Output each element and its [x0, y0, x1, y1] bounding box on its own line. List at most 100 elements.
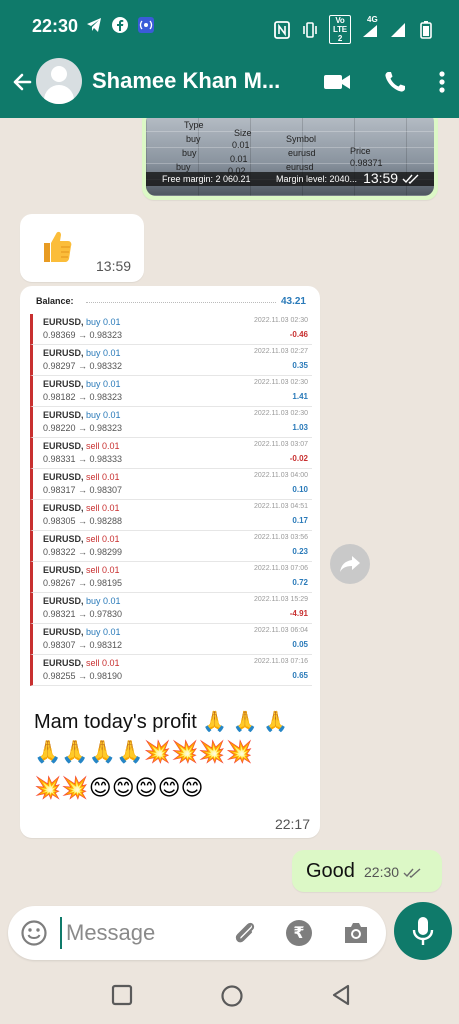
trade-symbol: EURUSD, sell 0.01 — [43, 441, 120, 451]
trade-row: EURUSD, sell 0.01 0.98255 → 0.98190 2022.1… — [30, 655, 312, 686]
trade-prices: 0.98182 → 0.98323 — [43, 392, 123, 402]
trade-row: EURUSD, buy 0.01 0.98369 → 0.98323 2022.11… — [30, 314, 312, 345]
trade-side: sell 0.01 — [86, 472, 120, 482]
back-nav-icon[interactable] — [330, 984, 354, 1008]
battery-icon — [417, 20, 435, 39]
trade-date: 2022.11.03 02:30 — [254, 410, 308, 417]
trade-side: buy 0.01 — [86, 317, 121, 327]
trade-side: sell 0.01 — [86, 565, 120, 575]
trade-symbol: EURUSD, buy 0.01 — [43, 317, 121, 327]
emoji-line: 💥💥😊😊😊😊😊 — [34, 775, 204, 800]
camera-icon[interactable] — [342, 920, 370, 946]
trade-symbol: EURUSD, sell 0.01 — [43, 565, 120, 575]
trade-prices: 0.98220 → 0.98323 — [43, 423, 123, 433]
trade-prices: 0.98267 → 0.98195 — [43, 578, 123, 588]
status-time: 22:30 — [32, 16, 79, 36]
photo-text: eurusd — [286, 162, 314, 172]
attach-icon[interactable] — [230, 918, 260, 948]
network-type-label: 4G — [367, 14, 378, 24]
photo-text: Type — [184, 120, 204, 130]
photo-text: buy — [176, 162, 191, 172]
home-icon[interactable] — [220, 984, 244, 1008]
trade-prices: 0.98317 → 0.98307 — [43, 485, 123, 495]
trade-symbol: EURUSD, buy 0.01 — [43, 596, 121, 606]
trade-pnl: 0.10 — [292, 485, 308, 494]
system-icons: Vo LTE 2 4G — [273, 15, 435, 44]
thumbs-up-message[interactable]: 13:59 — [20, 214, 144, 282]
photo-text: 0.01 — [232, 140, 250, 150]
more-icon[interactable] — [439, 71, 445, 98]
trade-pnl: 0.35 — [292, 361, 308, 370]
trade-list: EURUSD, buy 0.01 0.98369 → 0.98323 2022.11… — [26, 314, 314, 686]
photo-text: buy — [186, 134, 201, 144]
trade-row: EURUSD, sell 0.01 0.98267 → 0.98195 2022.1… — [30, 562, 312, 593]
good-message[interactable]: Good 22:30 — [292, 850, 442, 892]
trade-row: EURUSD, buy 0.01 0.98297 → 0.98332 2022.11… — [30, 345, 312, 376]
telegram-icon — [85, 16, 103, 34]
phone-icon[interactable] — [383, 70, 407, 99]
balance-value: 43.21 — [280, 296, 306, 307]
trade-date: 2022.11.03 15:29 — [254, 596, 308, 603]
video-call-icon[interactable] — [323, 72, 351, 97]
photo-text: Margin level: 2040... — [276, 174, 358, 184]
recents-icon[interactable] — [111, 984, 135, 1008]
nfc-icon — [273, 20, 291, 39]
trade-date: 2022.11.03 02:30 — [254, 317, 308, 324]
message-time: 13:59 — [363, 170, 420, 186]
trade-symbol: EURUSD, sell 0.01 — [43, 534, 120, 544]
payment-icon[interactable]: ₹ — [286, 920, 312, 946]
facebook-icon — [111, 16, 129, 34]
trade-side: buy 0.01 — [86, 348, 121, 358]
image-message[interactable]: Type Size Symbol Price buy 0.01 eurusd 0… — [142, 118, 438, 200]
balance-row: Balance: 43.21 — [34, 294, 308, 314]
back-arrow-icon[interactable] — [8, 68, 36, 96]
trade-side: sell 0.01 — [86, 658, 120, 668]
trade-date: 2022.11.03 04:51 — [254, 503, 308, 510]
trade-pnl: 1.03 — [292, 423, 308, 432]
message-text: Mam today's profit 🙏 🙏 🙏 — [34, 711, 289, 733]
thumbs-up-icon — [44, 231, 72, 262]
trade-symbol: EURUSD, buy 0.01 — [43, 379, 121, 389]
screenshot-message[interactable]: Balance: 43.21 EURUSD, buy 0.01 0.98369 →… — [20, 286, 320, 838]
trade-date: 2022.11.03 04:00 — [254, 472, 308, 479]
header-actions — [323, 70, 445, 99]
trade-side: buy 0.01 — [86, 627, 121, 637]
photo-text: Symbol — [286, 134, 317, 144]
trade-prices: 0.98297 → 0.98332 — [43, 361, 123, 371]
avatar[interactable] — [36, 58, 82, 104]
system-navigation-bar — [0, 966, 459, 1024]
trade-side: sell 0.01 — [86, 503, 120, 513]
emoji-line: 🙏🙏🙏🙏💥💥💥💥 — [34, 739, 254, 764]
trade-row: EURUSD, sell 0.01 0.98305 → 0.98288 2022.1… — [30, 500, 312, 531]
forward-button[interactable] — [330, 544, 370, 584]
trade-pnl: -0.46 — [289, 330, 308, 339]
emoji-icon[interactable] — [20, 919, 48, 947]
trade-prices: 0.98331 → 0.98333 — [43, 454, 123, 464]
trade-row: EURUSD, buy 0.01 0.98182 → 0.98323 2022.11… — [30, 376, 312, 407]
voice-record-button[interactable] — [394, 902, 452, 960]
signal-icon — [389, 21, 407, 39]
chat-header: Shamee Khan M... — [0, 52, 459, 118]
status-bar: 22:30 Vo LTE 2 4G — [0, 0, 459, 52]
photo-text: Price — [350, 146, 371, 156]
trade-side: sell 0.01 — [86, 534, 120, 544]
trade-history-screenshot[interactable]: Balance: 43.21 EURUSD, buy 0.01 0.98369 →… — [26, 290, 314, 694]
contact-name[interactable]: Shamee Khan M... — [92, 68, 280, 94]
photo-text: 0.98371 — [350, 158, 383, 168]
message-text: Good — [306, 860, 355, 882]
trade-prices: 0.98321 → 0.97830 — [43, 609, 123, 619]
photo-text: 0.01 — [230, 154, 248, 164]
trade-side: buy 0.01 — [86, 379, 121, 389]
trade-pnl: 0.72 — [292, 578, 308, 587]
trade-side: buy 0.01 — [86, 410, 121, 420]
trade-table-photo[interactable]: Type Size Symbol Price buy 0.01 eurusd 0… — [146, 118, 434, 196]
forward-icon — [340, 556, 360, 572]
trade-symbol: EURUSD, sell 0.01 — [43, 658, 120, 668]
trade-date: 2022.11.03 06:04 — [254, 627, 308, 634]
trade-pnl: 0.23 — [292, 547, 308, 556]
chat-area[interactable]: Type Size Symbol Price buy 0.01 eurusd 0… — [0, 118, 459, 904]
photo-text: eurusd — [288, 148, 316, 158]
message-input[interactable] — [60, 917, 220, 949]
message-composer: ₹ — [8, 906, 386, 960]
wifi-icon: 4G — [361, 15, 379, 39]
